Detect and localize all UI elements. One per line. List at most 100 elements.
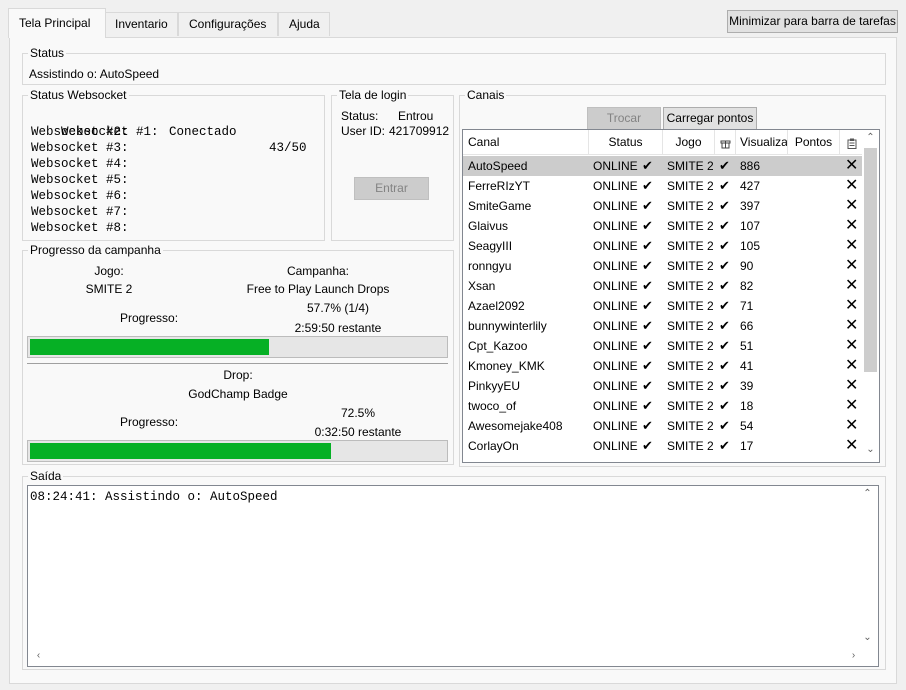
channel-game-cell: SMITE 2 <box>667 439 713 453</box>
close-icon[interactable]: ✕ <box>845 236 859 256</box>
table-row[interactable]: bunnywinterlily ONLINE ✔ SMITE 2 ✔ 66 ✕ <box>463 316 863 336</box>
output-log[interactable]: 08:24:41: Assistindo o: AutoSpeed ⌃ ⌄ ‹ … <box>27 485 879 667</box>
channel-viewers-cell: 397 <box>740 199 761 213</box>
status-group: Status Assistindo o: AutoSpeed <box>22 46 886 85</box>
scroll-up-icon[interactable]: ⌃ <box>859 488 876 499</box>
close-icon[interactable]: ✕ <box>845 376 859 396</box>
check-icon: ✔ <box>642 198 653 213</box>
close-icon[interactable]: ✕ <box>845 316 859 336</box>
column-header-remove[interactable] <box>840 130 863 155</box>
table-row[interactable]: SmiteGame ONLINE ✔ SMITE 2 ✔ 397 ✕ <box>463 196 863 216</box>
tab-inventory[interactable]: Inventario <box>104 12 178 36</box>
websocket-state: Conectado <box>169 125 237 139</box>
scroll-right-icon[interactable]: › <box>845 650 862 661</box>
gift-icon <box>720 140 730 149</box>
scroll-down-icon[interactable]: ⌄ <box>859 632 876 643</box>
scroll-down-icon[interactable]: ⌄ <box>862 444 879 455</box>
check-icon: ✔ <box>642 358 653 373</box>
campaign-group-title: Progresso da campanha <box>28 243 163 257</box>
channel-game-cell: SMITE 2 <box>667 259 713 273</box>
close-icon[interactable]: ✕ <box>845 256 859 276</box>
campaign-remaining: 2:59:50 restante <box>294 321 382 335</box>
close-icon[interactable]: ✕ <box>845 396 859 416</box>
channels-table[interactable]: Canal Status Jogo Visualiza Pontos AutoS… <box>462 129 880 463</box>
table-row[interactable]: Cpt_Kazoo ONLINE ✔ SMITE 2 ✔ 51 ✕ <box>463 336 863 356</box>
websocket-row: Websocket #4: <box>31 156 139 172</box>
channel-status-cell: ONLINE <box>593 219 638 233</box>
user-id-value: 421709912 <box>389 124 450 138</box>
table-row[interactable]: ronngyu ONLINE ✔ SMITE 2 ✔ 90 ✕ <box>463 256 863 276</box>
login-group: Tela de login Status: Entrou User ID: 42… <box>331 88 454 241</box>
output-log-text: 08:24:41: Assistindo o: AutoSpeed <box>30 490 278 504</box>
close-icon[interactable]: ✕ <box>845 416 859 436</box>
scroll-up-icon[interactable]: ⌃ <box>862 132 879 143</box>
column-header-status[interactable]: Status <box>589 130 663 155</box>
close-icon[interactable]: ✕ <box>845 196 859 216</box>
scrollbar-thumb[interactable] <box>864 148 877 372</box>
table-row[interactable]: Xsan ONLINE ✔ SMITE 2 ✔ 82 ✕ <box>463 276 863 296</box>
check-icon: ✔ <box>719 218 730 233</box>
channel-viewers-cell: 39 <box>740 379 754 393</box>
channel-game-cell: SMITE 2 <box>667 179 713 193</box>
websocket-label: Websocket #4: <box>31 157 129 171</box>
channel-status-cell: ONLINE <box>593 319 638 333</box>
tab-settings[interactable]: Configurações <box>178 12 278 36</box>
websocket-group-title: Status Websocket <box>28 88 129 102</box>
column-header-viewers[interactable]: Visualiza <box>736 130 788 155</box>
close-icon[interactable]: ✕ <box>845 296 859 316</box>
table-row[interactable]: Azael2092 ONLINE ✔ SMITE 2 ✔ 71 ✕ <box>463 296 863 316</box>
column-header-drops[interactable] <box>715 130 736 155</box>
switch-channel-button[interactable]: Trocar <box>587 107 661 130</box>
scroll-left-icon[interactable]: ‹ <box>30 650 47 661</box>
table-row[interactable]: PinkyyEU ONLINE ✔ SMITE 2 ✔ 39 ✕ <box>463 376 863 396</box>
channel-viewers-cell: 427 <box>740 179 761 193</box>
close-icon[interactable]: ✕ <box>845 176 859 196</box>
login-button[interactable]: Entrar <box>354 177 429 200</box>
column-header-points[interactable]: Pontos <box>788 130 840 155</box>
close-icon[interactable]: ✕ <box>845 276 859 296</box>
column-header-game[interactable]: Jogo <box>663 130 715 155</box>
check-icon: ✔ <box>642 178 653 193</box>
drop-progress-fill <box>30 443 331 459</box>
campaign-group: Progresso da campanha Jogo: SMITE 2 Camp… <box>22 243 454 465</box>
column-header-channel[interactable]: Canal <box>463 130 589 155</box>
table-row[interactable]: FerreRIzYT ONLINE ✔ SMITE 2 ✔ 427 ✕ <box>463 176 863 196</box>
table-row[interactable]: SeagyIII ONLINE ✔ SMITE 2 ✔ 105 ✕ <box>463 236 863 256</box>
close-icon[interactable]: ✕ <box>845 216 859 236</box>
channel-game-cell: SMITE 2 <box>667 219 713 233</box>
channel-name-cell: Azael2092 <box>468 299 525 313</box>
close-icon[interactable]: ✕ <box>845 156 859 176</box>
channel-viewers-cell: 18 <box>740 399 754 413</box>
drop-progress-bar <box>27 440 448 462</box>
table-row[interactable]: CorlayOn ONLINE ✔ SMITE 2 ✔ 17 ✕ <box>463 436 863 456</box>
check-icon: ✔ <box>719 198 730 213</box>
channel-viewers-cell: 82 <box>740 279 754 293</box>
close-icon[interactable]: ✕ <box>845 336 859 356</box>
table-row[interactable]: Kmoney_KMK ONLINE ✔ SMITE 2 ✔ 41 ✕ <box>463 356 863 376</box>
websocket-label: Websocket #2: <box>31 125 129 139</box>
channel-game-cell: SMITE 2 <box>667 359 713 373</box>
channel-viewers-cell: 54 <box>740 419 754 433</box>
campaign-label: Campanha: <box>286 264 350 278</box>
close-icon[interactable]: ✕ <box>845 436 859 456</box>
table-row[interactable]: Awesomejake408 ONLINE ✔ SMITE 2 ✔ 54 ✕ <box>463 416 863 436</box>
close-icon[interactable]: ✕ <box>845 356 859 376</box>
check-icon: ✔ <box>642 158 653 173</box>
check-icon: ✔ <box>642 298 653 313</box>
check-icon: ✔ <box>642 418 653 433</box>
check-icon: ✔ <box>719 398 730 413</box>
table-row[interactable]: twoco_of ONLINE ✔ SMITE 2 ✔ 18 ✕ <box>463 396 863 416</box>
channel-viewers-cell: 107 <box>740 219 761 233</box>
table-row[interactable]: Glaivus ONLINE ✔ SMITE 2 ✔ 107 ✕ <box>463 216 863 236</box>
tab-help[interactable]: Ajuda <box>278 12 330 36</box>
table-scrollbar[interactable]: ⌃ ⌄ <box>862 130 879 462</box>
load-points-button[interactable]: Carregar pontos <box>663 107 757 130</box>
channel-viewers-cell: 71 <box>740 299 754 313</box>
check-icon: ✔ <box>642 278 653 293</box>
tab-main[interactable]: Tela Principal <box>8 8 106 38</box>
minimize-to-tray-button[interactable]: Minimizar para barra de tarefas <box>727 10 898 33</box>
channel-status-cell: ONLINE <box>593 359 638 373</box>
check-icon: ✔ <box>642 378 653 393</box>
table-row[interactable]: AutoSpeed ONLINE ✔ SMITE 2 ✔ 886 ✕ <box>463 156 863 176</box>
websocket-row: Websocket #6: <box>31 188 139 204</box>
